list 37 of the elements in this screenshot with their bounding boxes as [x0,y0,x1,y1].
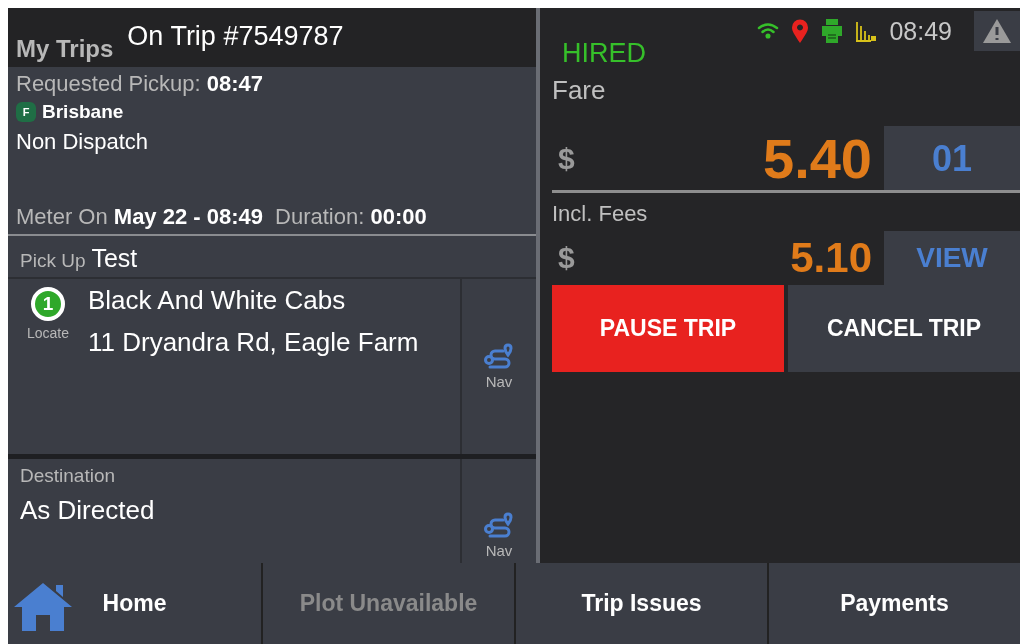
home-icon [12,581,74,633]
nav-button[interactable]: Nav [460,279,536,454]
printer-icon [821,18,844,44]
trip-action-button[interactable]: CANCEL TRIP [788,285,1020,372]
tariff-number: 01 [884,126,1020,191]
currency-symbol: $ [558,241,575,275]
meter-on: Meter On May 22 - 08:49 [16,204,263,230]
route-icon [483,512,515,540]
destination-value: As Directed [20,495,156,526]
pickup-label: Pick Up [20,250,86,272]
locate-label: Locate [26,325,69,341]
alert-button[interactable] [974,11,1020,51]
requested-pickup: Requested Pickup: 08:47 [16,71,265,97]
location-pin-icon [791,19,810,43]
fleet-name: Brisbane [42,101,124,123]
currency-symbol: $ [558,141,575,176]
signal-bars-icon [855,20,878,42]
duration: Duration: 00:00 [275,204,427,230]
fees-label: Incl. Fees [551,201,649,227]
pickup-business: Black And White Cabs [88,285,347,316]
status-time: 08:49 [889,16,952,46]
wifi-icon [757,23,780,39]
destination-label: Destination [20,465,117,487]
route-icon [483,343,515,371]
pickup-address: 11 Dryandra Rd, Eagle Farm [88,326,420,359]
stop-number[interactable]: 1 [31,287,65,321]
trip-action-button[interactable]: PAUSE TRIP [552,285,784,372]
fare-amount: 5.40 [763,126,872,191]
fees-amount: 5.10 [790,234,872,282]
app-title: My Trips [16,35,114,63]
fare-label: Fare [551,75,607,106]
pickup-name: Test [91,244,138,273]
hire-status: HIRED [562,38,646,69]
warning-icon [982,18,1012,44]
dispatch-type: Non Dispatch [16,129,150,155]
fleet-badge: F [16,102,36,122]
trip-title: On Trip #7549787 [127,21,344,52]
